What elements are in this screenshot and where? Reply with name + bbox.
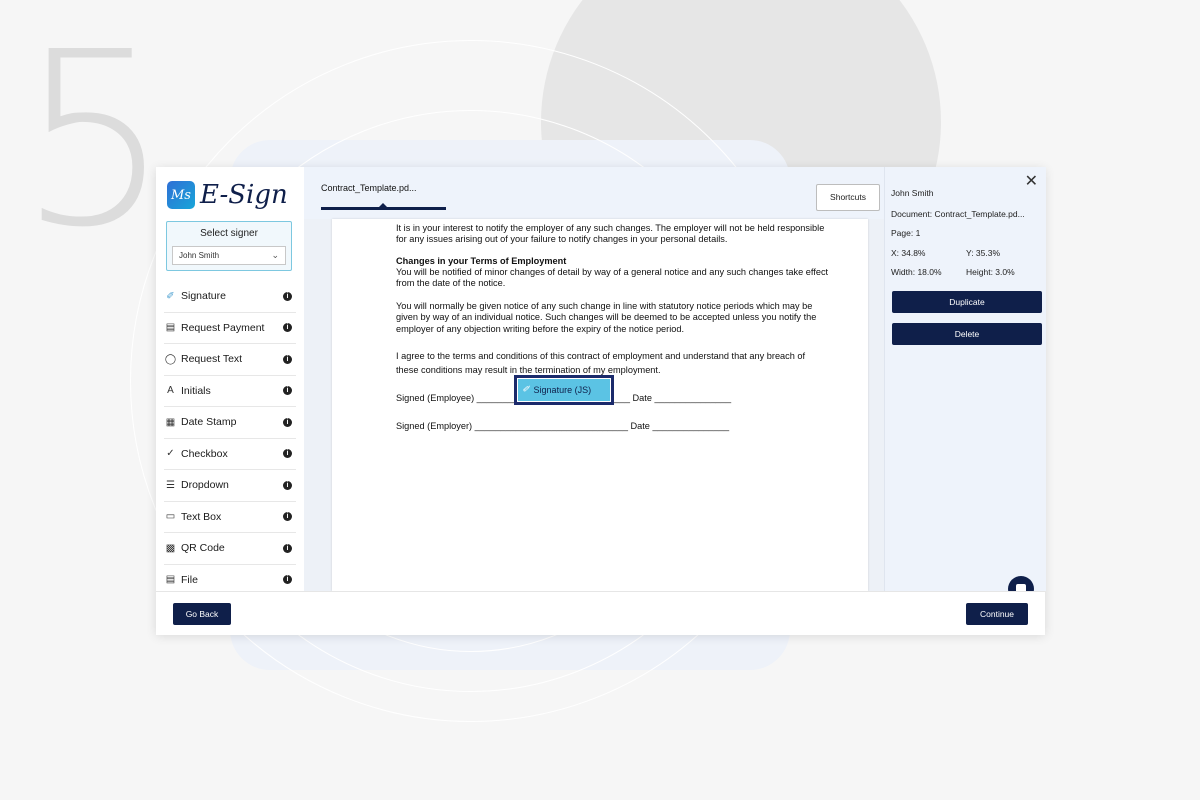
shortcuts-button[interactable]: Shortcuts	[816, 184, 880, 211]
info-icon[interactable]: i	[283, 512, 292, 522]
tab-document[interactable]: Contract_Template.pd...	[321, 183, 417, 193]
info-icon[interactable]: i	[283, 323, 292, 333]
logo-text: E-Sign	[200, 180, 288, 210]
esign-app-window: Ms E-Sign Select signer John Smith ⌄ ✐ S…	[156, 167, 1046, 635]
signature-icon: ✐	[166, 290, 175, 302]
info-icon[interactable]: i	[283, 291, 292, 301]
chevron-down-icon: ⌄	[271, 250, 279, 260]
prop-x: X: 34.8%	[891, 248, 926, 258]
document-heading: Changes in your Terms of Employment	[396, 256, 567, 266]
tool-label: Dropdown	[181, 479, 229, 492]
tool-label: Initials	[181, 384, 211, 397]
tool-request-text[interactable]: ◯ Request Text i	[164, 344, 296, 376]
prop-width: Width: 18.0%	[891, 267, 942, 277]
tool-label: Checkbox	[181, 447, 228, 460]
initials-icon: A	[167, 385, 174, 397]
signer-selected-value: John Smith	[179, 251, 220, 260]
tool-label: File	[181, 573, 198, 586]
tool-date-stamp[interactable]: ▦ Date Stamp i	[164, 407, 296, 439]
go-back-button[interactable]: Go Back	[173, 603, 231, 625]
prop-height: Height: 3.0%	[966, 267, 1015, 277]
document-tabbar: Contract_Template.pd... Shortcuts	[304, 167, 884, 219]
card-icon: ▤	[165, 322, 176, 334]
info-icon[interactable]: i	[283, 543, 292, 553]
person-text-icon: ◯	[164, 353, 177, 365]
document-page[interactable]: It is in your interest to notify the emp…	[332, 219, 868, 591]
document-area: Contract_Template.pd... Shortcuts It is …	[304, 167, 884, 591]
tool-label: Request Text	[181, 353, 243, 366]
checkbox-icon: ✓	[166, 448, 175, 460]
signer-title: Select signer	[200, 228, 258, 239]
tool-dropdown[interactable]: ☰ Dropdown i	[164, 470, 296, 502]
document-paragraph: You will normally be given notice of any…	[396, 301, 817, 334]
tool-label: Date Stamp	[181, 416, 237, 429]
tool-signature[interactable]: ✐ Signature i	[164, 281, 296, 313]
dropdown-icon: ☰	[166, 479, 175, 491]
tab-underline	[321, 207, 446, 210]
signature-icon: ✐	[522, 385, 530, 395]
info-icon[interactable]: i	[283, 417, 292, 427]
tool-label: Request Payment	[181, 321, 265, 334]
info-icon[interactable]: i	[283, 449, 292, 459]
tool-label: Text Box	[181, 510, 222, 523]
info-icon[interactable]: i	[283, 354, 292, 364]
duplicate-button[interactable]: Duplicate	[892, 291, 1042, 313]
calendar-icon: ▦	[165, 416, 176, 428]
file-icon: ▤	[165, 574, 176, 586]
tool-initials[interactable]: A Initials i	[164, 376, 296, 407]
info-icon[interactable]: i	[283, 575, 292, 585]
tool-label: Signature	[181, 290, 226, 303]
properties-panel: ✕ John Smith Document: Contract_Template…	[884, 167, 1046, 591]
prop-y: Y: 35.3%	[966, 248, 1001, 258]
textbox-icon: ▭	[165, 511, 176, 523]
logo-mark-icon: Ms	[167, 181, 195, 209]
logo: Ms E-Sign	[167, 180, 288, 210]
field-tool-list: ✐ Signature i ▤ Request Payment i ◯ Requ…	[164, 281, 296, 596]
document-paragraph: You will be notified of minor changes of…	[396, 267, 829, 289]
signature-field[interactable]: ✐ Signature (JS)	[514, 375, 614, 405]
document-paragraph: It is in your interest to notify the emp…	[396, 223, 825, 245]
prop-page: Page: 1	[891, 228, 921, 238]
sidebar: Ms E-Sign Select signer John Smith ⌄ ✐ S…	[156, 167, 304, 596]
delete-button[interactable]: Delete	[892, 323, 1042, 345]
prop-document: Document: Contract_Template.pd...	[891, 209, 1025, 219]
info-icon[interactable]: i	[283, 386, 292, 396]
footer-bar: Go Back Continue	[156, 591, 1045, 635]
continue-button[interactable]: Continue	[966, 603, 1028, 625]
close-icon[interactable]: ✕	[1025, 171, 1038, 191]
tool-qr-code[interactable]: ▩ QR Code i	[164, 533, 296, 565]
signature-field-label: Signature (JS)	[533, 385, 592, 395]
signer-selector: Select signer John Smith ⌄	[166, 221, 292, 271]
tool-text-box[interactable]: ▭ Text Box i	[164, 502, 296, 533]
tool-label: QR Code	[181, 542, 225, 555]
tool-request-payment[interactable]: ▤ Request Payment i	[164, 313, 296, 344]
signed-employer-line: Signed (Employer) ______________________…	[396, 421, 730, 431]
signer-dropdown[interactable]: John Smith ⌄	[172, 246, 286, 265]
info-icon[interactable]: i	[283, 480, 292, 490]
qr-icon: ▩	[165, 542, 176, 554]
tool-checkbox[interactable]: ✓ Checkbox i	[164, 439, 296, 470]
document-paragraph: I agree to the terms and conditions of t…	[396, 351, 806, 375]
prop-signer-name: John Smith	[891, 188, 934, 198]
step-number: 5	[18, 0, 171, 280]
signature-field-inner: ✐ Signature (JS)	[517, 378, 611, 402]
